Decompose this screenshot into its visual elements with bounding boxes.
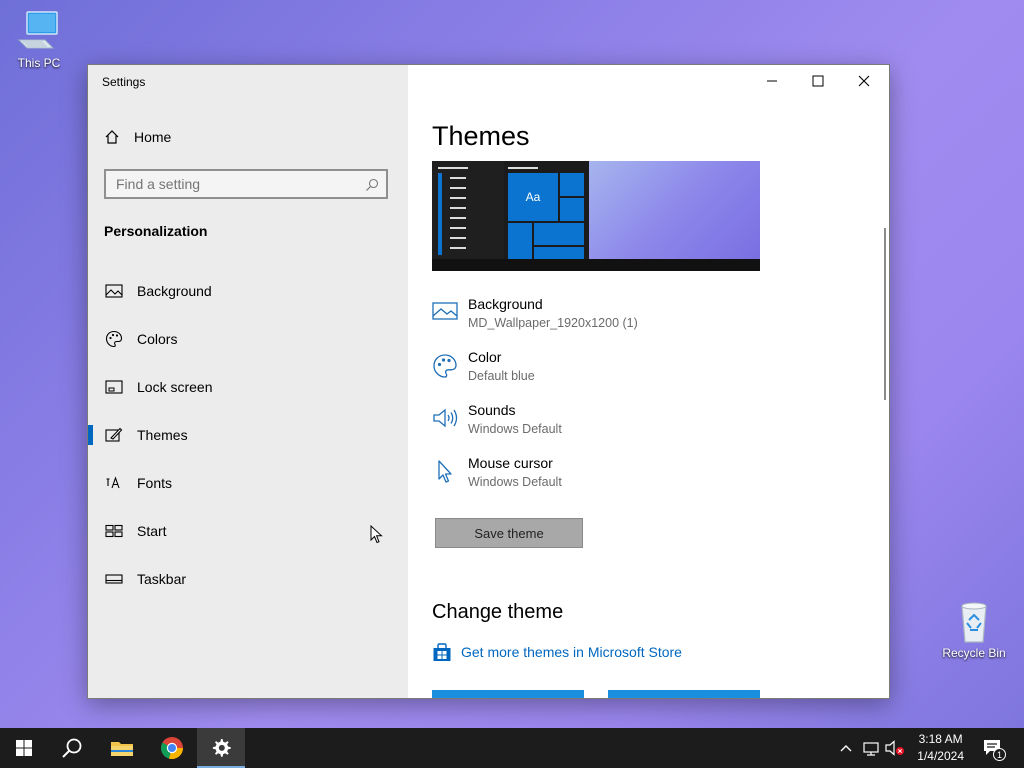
property-background[interactable]: Background MD_Wallpaper_1920x1200 (1) — [432, 296, 792, 342]
sidebar-item-label: Themes — [137, 427, 188, 443]
minimize-icon — [767, 80, 777, 82]
preview-tile: Aa — [508, 173, 558, 221]
sidebar-item-label: Taskbar — [137, 571, 187, 587]
desktop-icon-label: This PC — [17, 56, 61, 70]
close-icon — [858, 75, 870, 87]
sidebar-item-label: Colors — [137, 331, 178, 347]
sidebar-item-taskbar[interactable]: Taskbar — [88, 559, 408, 599]
store-link-label: Get more themes in Microsoft Store — [461, 644, 682, 660]
theme-preview: Aa — [432, 161, 760, 271]
property-value: Default blue — [468, 369, 535, 383]
search-box[interactable] — [104, 169, 388, 199]
preview-tiles: Aa — [508, 167, 584, 259]
mouse-pointer — [370, 524, 384, 550]
palette-icon — [104, 329, 124, 349]
window-title: Settings — [102, 75, 146, 89]
sidebar-item-fonts[interactable]: Fonts — [88, 463, 408, 503]
recycle-bin-icon — [950, 600, 998, 644]
brush-icon — [104, 425, 124, 445]
computer-icon — [15, 10, 63, 54]
property-value: MD_Wallpaper_1920x1200 (1) — [468, 316, 638, 330]
desktop-icon-label: Recycle Bin — [942, 646, 1006, 660]
property-value: Windows Default — [468, 422, 562, 436]
property-label: Color — [468, 349, 502, 365]
start-tiles-icon — [104, 521, 124, 541]
section-title: Personalization — [104, 223, 208, 239]
speaker-muted-icon — [885, 740, 904, 756]
taskbar: 3:18 AM 1/4/2024 1 — [0, 728, 1024, 768]
sidebar-item-start[interactable]: Start — [88, 511, 408, 551]
cursor-icon — [432, 459, 458, 485]
theme-thumbnail[interactable] — [432, 690, 584, 698]
sidebar-item-themes[interactable]: Themes — [88, 415, 408, 455]
font-icon — [104, 473, 124, 493]
sidebar-item-home[interactable]: Home — [104, 129, 171, 145]
property-label: Mouse cursor — [468, 455, 553, 471]
sidebar-item-label: Lock screen — [137, 379, 213, 395]
property-label: Sounds — [468, 402, 516, 418]
settings-taskbar-button[interactable] — [197, 728, 245, 768]
property-mouse-cursor[interactable]: Mouse cursor Windows Default — [432, 455, 792, 501]
palette-icon — [432, 353, 458, 379]
property-label: Background — [468, 296, 543, 312]
search-input[interactable] — [106, 171, 366, 197]
sidebar-item-background[interactable]: Background — [88, 271, 408, 311]
theme-thumbnail[interactable] — [608, 690, 760, 698]
picture-icon — [104, 281, 124, 301]
clock-date: 1/4/2024 — [917, 749, 964, 763]
home-icon — [104, 129, 120, 145]
picture-icon — [432, 300, 458, 326]
preview-wallpaper — [589, 161, 760, 259]
volume-button[interactable] — [884, 738, 906, 763]
speaker-icon — [432, 406, 458, 432]
save-theme-button[interactable]: Save theme — [435, 518, 583, 548]
search-button[interactable] — [48, 728, 96, 768]
clock[interactable]: 3:18 AM 1/4/2024 — [917, 731, 964, 765]
property-value: Windows Default — [468, 475, 562, 489]
property-sounds[interactable]: Sounds Windows Default — [432, 402, 792, 448]
lock-screen-icon — [104, 377, 124, 397]
clock-time: 3:18 AM — [918, 732, 963, 746]
start-button[interactable] — [0, 728, 48, 768]
sidebar-item-lock-screen[interactable]: Lock screen — [88, 367, 408, 407]
network-icon — [863, 742, 879, 756]
chrome-icon — [161, 737, 184, 760]
file-explorer-button[interactable] — [98, 728, 146, 768]
scrollbar[interactable] — [884, 228, 886, 400]
gear-icon — [212, 739, 231, 757]
network-button[interactable] — [861, 738, 881, 763]
maximize-icon — [812, 75, 824, 87]
change-theme-heading: Change theme — [432, 601, 564, 623]
sidebar-item-label: Start — [137, 523, 167, 539]
taskbar-icon — [104, 569, 124, 589]
store-link[interactable]: Get more themes in Microsoft Store — [432, 642, 682, 662]
chevron-up-icon — [840, 745, 852, 752]
page-title: Themes — [432, 121, 530, 151]
close-button[interactable] — [841, 65, 887, 97]
search-icon — [62, 738, 82, 758]
show-hidden-icons-button[interactable] — [839, 738, 853, 763]
sidebar-item-label: Background — [137, 283, 212, 299]
content-pane: Themes Aa Background MD_Wallpaper_1920x1… — [408, 65, 889, 698]
property-color[interactable]: Color Default blue — [432, 349, 792, 395]
chrome-button[interactable] — [148, 728, 196, 768]
minimize-button[interactable] — [749, 65, 795, 97]
folder-icon — [111, 742, 133, 756]
store-icon — [432, 642, 452, 662]
preview-taskbar — [432, 259, 760, 271]
maximize-button[interactable] — [795, 65, 841, 97]
settings-window: Settings Home Personalization Background — [87, 64, 890, 699]
preview-start-menu — [432, 161, 504, 259]
search-icon[interactable] — [365, 178, 379, 197]
sidebar-item-label: Fonts — [137, 475, 173, 491]
windows-logo-icon — [16, 740, 32, 756]
notifications-button[interactable]: 1 — [981, 736, 1006, 765]
notification-badge: 1 — [993, 748, 1006, 761]
desktop-icon-recycle-bin[interactable]: Recycle Bin — [938, 600, 1010, 660]
sidebar-item-colors[interactable]: Colors — [88, 319, 408, 359]
home-label: Home — [134, 129, 172, 145]
desktop-icon-this-pc[interactable]: This PC — [3, 10, 75, 70]
sidebar: Settings Home Personalization Background — [88, 65, 408, 698]
